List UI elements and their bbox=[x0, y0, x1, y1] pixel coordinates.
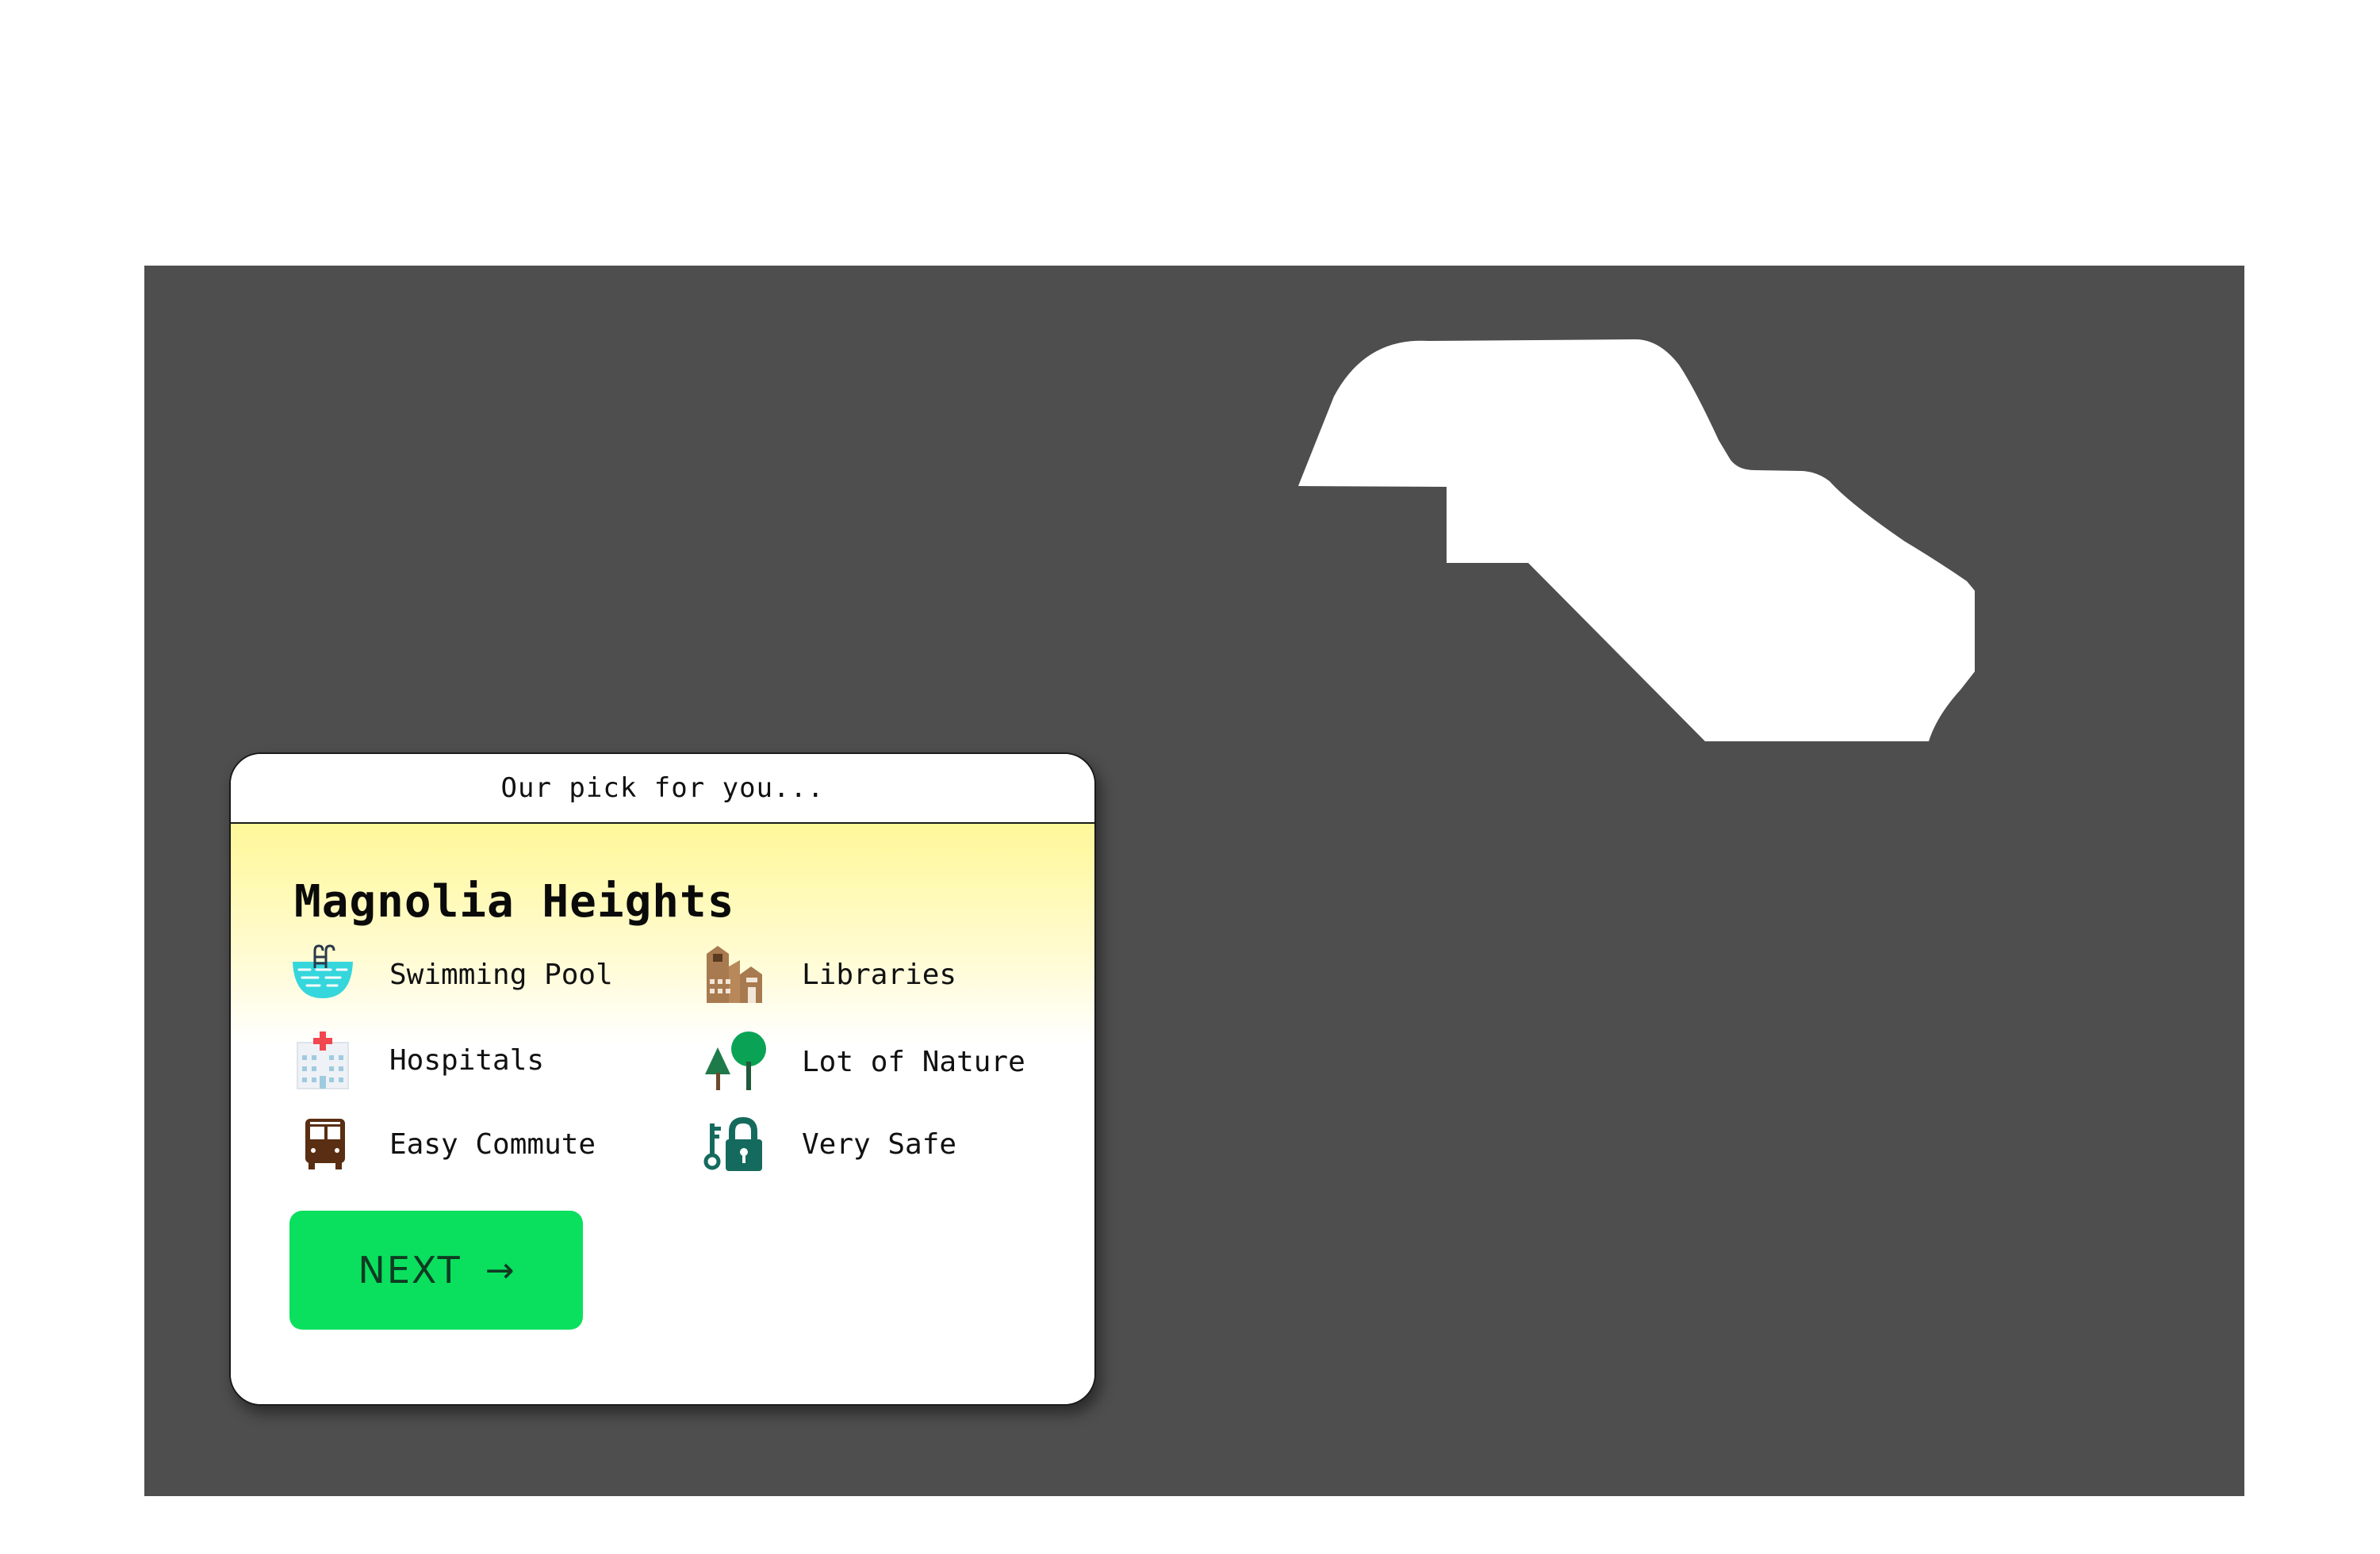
feature-label: Very Safe bbox=[802, 1127, 957, 1161]
feature-nature: Lot of Nature bbox=[703, 1030, 1025, 1093]
feature-label: Lot of Nature bbox=[802, 1045, 1025, 1078]
key-lock-icon bbox=[703, 1112, 767, 1176]
card-header: Our pick for you... bbox=[231, 754, 1094, 824]
bus-icon bbox=[291, 1112, 355, 1176]
arrow-right-icon: → bbox=[485, 1250, 515, 1291]
neighborhood-title: Magnolia Heights bbox=[294, 876, 735, 928]
next-label: NEXT bbox=[358, 1249, 462, 1292]
library-building-icon bbox=[703, 943, 767, 1006]
feature-label: Libraries bbox=[802, 958, 957, 991]
feature-swimming-pool: Swimming Pool bbox=[291, 943, 613, 1006]
feature-label: Easy Commute bbox=[389, 1127, 596, 1161]
feature-label: Swimming Pool bbox=[389, 958, 613, 991]
card-body: Magnolia Heights Swimming Pool Libraries… bbox=[231, 824, 1094, 1404]
hospital-icon bbox=[291, 1028, 355, 1092]
feature-libraries: Libraries bbox=[703, 943, 956, 1006]
recommendation-card: Our pick for you... Magnolia Heights Swi… bbox=[229, 752, 1096, 1406]
trees-icon bbox=[703, 1030, 767, 1093]
feature-hospitals: Hospitals bbox=[291, 1028, 544, 1092]
swimming-pool-icon bbox=[291, 943, 355, 1006]
feature-safety: Very Safe bbox=[703, 1112, 956, 1176]
next-button[interactable]: NEXT → bbox=[289, 1211, 583, 1330]
feature-label: Hospitals bbox=[389, 1043, 545, 1077]
feature-commute: Easy Commute bbox=[291, 1112, 596, 1176]
